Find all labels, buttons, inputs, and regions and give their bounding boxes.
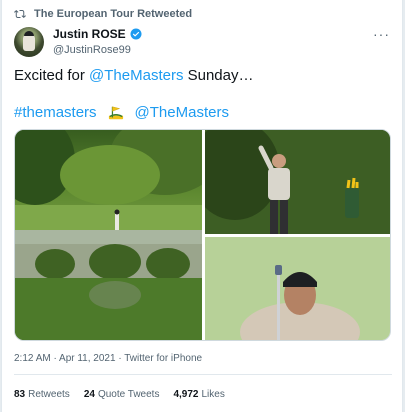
augusta-bridge-illustration [15, 130, 202, 340]
retweet-icon [14, 9, 26, 19]
masters-flag-emoji-icon [108, 106, 123, 120]
golfer-head [272, 154, 286, 168]
golfer-shirt [268, 168, 290, 200]
mention-link-2[interactable]: @TheMasters [135, 103, 229, 123]
photo-rose-waving[interactable] [205, 130, 390, 234]
photo-rose-putting-read[interactable] [205, 237, 390, 340]
golf-bag [345, 188, 359, 218]
quote-tweets-count: 24 [83, 389, 95, 400]
retweet-header[interactable]: The European Tour Retweeted [14, 7, 192, 21]
golfer-figure [115, 214, 119, 230]
hashtag-link[interactable]: #themasters [14, 103, 97, 123]
tweet-card: The European Tour Retweeted Justin ROSE … [1, 0, 403, 412]
tweet-text: Excited for @TheMasters Sunday… [14, 66, 394, 86]
retweets-stat[interactable]: 83 Retweets [14, 389, 70, 400]
hashtag-row: #themasters @TheMasters [14, 103, 229, 123]
tree-canopy-center [60, 145, 160, 205]
retweet-label: The European Tour Retweeted [34, 8, 193, 20]
putter-shaft [277, 267, 280, 340]
likes-count: 4,972 [173, 389, 199, 400]
mention-link[interactable]: @TheMasters [89, 67, 183, 84]
rose-waving-illustration [205, 130, 390, 234]
bridge-arch-3 [35, 249, 75, 279]
more-options-icon[interactable]: ··· [373, 26, 390, 42]
likes-stat[interactable]: 4,972 Likes [173, 389, 224, 400]
rose-putting-illustration [205, 237, 390, 340]
divider [14, 374, 392, 375]
verified-badge-icon [130, 28, 142, 40]
quote-tweets-label: Quote Tweets [97, 389, 160, 400]
bridge-arch-2 [146, 248, 190, 280]
bridge-arch-1 [89, 244, 141, 280]
media-grid [14, 129, 391, 341]
fairway [15, 205, 202, 233]
display-name[interactable]: Justin ROSE [53, 27, 126, 41]
avatar-cap [24, 31, 34, 36]
timestamp[interactable]: 2:12 AM · Apr 11, 2021 · Twitter for iPh… [14, 353, 202, 364]
golfer-head [114, 209, 120, 215]
golfer-leg-left [270, 200, 278, 234]
photo-augusta-bridge[interactable] [15, 130, 202, 340]
bridge-deck [15, 230, 202, 244]
engagement-stats: 83 Retweets 24 Quote Tweets 4,972 Likes [14, 389, 225, 400]
user-block[interactable]: Justin ROSE @JustinRose99 [53, 27, 142, 56]
arch-reflection [89, 281, 141, 309]
retweets-count: 83 [14, 389, 26, 400]
user-handle[interactable]: @JustinRose99 [53, 44, 142, 56]
avatar[interactable] [14, 27, 44, 57]
golfer-leg-right [280, 200, 288, 234]
tweet-text-prefix: Excited for [14, 67, 90, 84]
likes-label: Likes [201, 389, 225, 400]
putter-grip [275, 265, 282, 275]
quote-tweets-stat[interactable]: 24 Quote Tweets [84, 389, 160, 400]
tweet-text-suffix: Sunday… [183, 67, 254, 84]
retweets-label: Retweets [28, 389, 70, 400]
display-name-row[interactable]: Justin ROSE [53, 27, 142, 41]
